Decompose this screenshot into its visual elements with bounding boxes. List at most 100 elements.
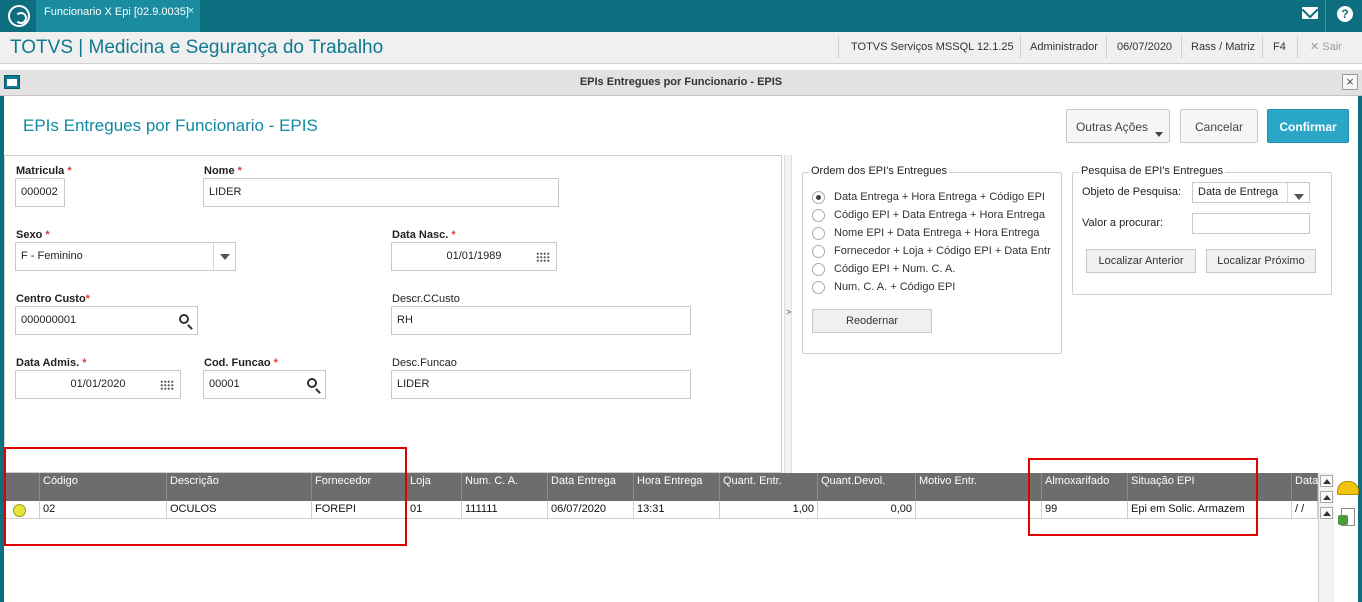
- employee-form-panel: Matricula * 000002 Nome * LIDER Sexo * F…: [4, 155, 782, 473]
- totvs-logo-icon[interactable]: [8, 5, 30, 27]
- calendar-icon[interactable]: [536, 252, 550, 263]
- cancel-button[interactable]: Cancelar: [1180, 109, 1258, 143]
- column-header-quant-devol[interactable]: Quant.Devol.: [818, 473, 916, 501]
- data-nasc-value: 01/01/1989: [446, 250, 502, 262]
- cell-data-entrega: 06/07/2020: [548, 501, 634, 519]
- highlight-box-left: [4, 447, 407, 546]
- cancel-label: Cancelar: [1194, 120, 1244, 134]
- sexo-label: Sexo *: [16, 229, 50, 241]
- cod-funcao-value: 00001: [209, 378, 240, 390]
- dialog-border-right: [1358, 96, 1362, 602]
- cell-num-ca: 111111: [462, 501, 548, 519]
- shortcut-key[interactable]: F4: [1273, 41, 1286, 53]
- data-admis-value: 01/01/2020: [70, 378, 126, 390]
- grid-scrollbar[interactable]: [1318, 473, 1334, 602]
- search-object-label: Objeto de Pesquisa:: [1082, 186, 1182, 198]
- radio-icon: [812, 191, 825, 204]
- app-header: TOTVS | Medicina e Segurança do Trabalho…: [0, 32, 1362, 64]
- descr-ccusto-field[interactable]: RH: [391, 306, 691, 335]
- confirm-label: Confirmar: [1279, 120, 1337, 134]
- cod-funcao-label: Cod. Funcao *: [204, 357, 278, 369]
- cell-quant-entr: 1,00: [720, 501, 818, 519]
- divider: [1325, 0, 1326, 32]
- data-nasc-field[interactable]: 01/01/1989: [391, 242, 557, 271]
- divider: [1181, 36, 1182, 58]
- radio-icon: [812, 245, 825, 258]
- cell-data: / /: [1292, 501, 1318, 519]
- desc-funcao-field[interactable]: LIDER: [391, 370, 691, 399]
- scroll-top-icon[interactable]: [1320, 475, 1333, 487]
- server-info: TOTVS Serviços MSSQL 12.1.25: [851, 41, 1014, 53]
- nome-field[interactable]: LIDER: [203, 178, 559, 207]
- divider: [1106, 36, 1107, 58]
- app-title: TOTVS | Medicina e Segurança do Trabalho: [10, 37, 384, 58]
- tab-title: Funcionario X Epi [02.9.0035]: [44, 6, 189, 18]
- chevron-down-icon[interactable]: [213, 243, 235, 270]
- data-admis-label: Data Admis. *: [16, 357, 87, 369]
- document-icon[interactable]: [1336, 506, 1358, 528]
- system-date: 06/07/2020: [1117, 41, 1173, 53]
- mail-icon[interactable]: [1302, 7, 1318, 19]
- scroll-up-icon[interactable]: [1320, 507, 1333, 519]
- column-header-data-entrega[interactable]: Data Entrega: [548, 473, 634, 501]
- order-group-title: Ordem dos EPI's Entregues: [809, 165, 949, 177]
- scroll-page-up-icon[interactable]: [1320, 491, 1333, 503]
- nome-label: Nome *: [204, 165, 242, 177]
- column-header-quant-entr[interactable]: Quant. Entr.: [720, 473, 818, 501]
- divider: [1297, 36, 1298, 58]
- cell-quant-devol: 0,00: [818, 501, 916, 519]
- reorder-button[interactable]: Reodernar: [812, 309, 932, 333]
- tab-funcionario-epi[interactable]: Funcionario X Epi [02.9.0035] ×: [36, 0, 200, 32]
- centro-custo-field[interactable]: 000000001: [15, 306, 198, 335]
- branch-info: Rass / Matriz: [1191, 41, 1256, 53]
- calendar-icon[interactable]: [160, 380, 174, 391]
- centro-custo-value: 000000001: [21, 314, 77, 326]
- find-next-button[interactable]: Localizar Próximo: [1206, 249, 1316, 273]
- column-header-motivo-entr[interactable]: Motivo Entr.: [916, 473, 1042, 501]
- tab-close-icon[interactable]: ×: [188, 5, 194, 17]
- descr-ccusto-label: Descr.CCusto: [392, 293, 460, 305]
- form-title: EPIs Entregues por Funcionario - EPIS: [23, 116, 318, 135]
- more-actions-button[interactable]: Outras Ações: [1066, 109, 1170, 143]
- matricula-label: Matricula *: [16, 165, 72, 177]
- radio-icon: [812, 209, 825, 222]
- sexo-select[interactable]: F - Feminino: [15, 242, 236, 271]
- divider: [838, 36, 839, 58]
- confirm-button[interactable]: Confirmar: [1267, 109, 1349, 143]
- search-group-title: Pesquisa de EPI's Entregues: [1079, 165, 1226, 177]
- column-header-hora-entrega[interactable]: Hora Entrega: [634, 473, 720, 501]
- helmet-icon[interactable]: [1336, 476, 1359, 498]
- help-icon[interactable]: ?: [1337, 6, 1353, 22]
- divider: [1020, 36, 1021, 58]
- search-object-select[interactable]: Data de Entrega: [1192, 182, 1310, 203]
- matricula-field[interactable]: 000002: [15, 178, 65, 207]
- exit-button[interactable]: ✕ Sair: [1310, 40, 1342, 53]
- data-nasc-label: Data Nasc. *: [392, 229, 456, 241]
- cod-funcao-field[interactable]: 00001: [203, 370, 326, 399]
- column-header-data[interactable]: Data: [1292, 473, 1318, 501]
- divider: [1262, 36, 1263, 58]
- column-header-num-ca[interactable]: Num. C. A.: [462, 473, 548, 501]
- radio-icon: [812, 227, 825, 240]
- user-name: Administrador: [1030, 41, 1098, 53]
- radio-icon: [812, 263, 825, 276]
- chevron-down-icon[interactable]: [1287, 183, 1309, 202]
- search-icon[interactable]: [179, 314, 189, 324]
- dialog-title-bar: EPIs Entregues por Funcionario - EPIS ×: [0, 70, 1362, 96]
- sexo-value: F - Feminino: [21, 250, 83, 262]
- data-admis-field[interactable]: 01/01/2020: [15, 370, 181, 399]
- column-header-loja[interactable]: Loja: [407, 473, 462, 501]
- panel-splitter[interactable]: >: [784, 155, 792, 473]
- search-value-label: Valor a procurar:: [1082, 217, 1164, 229]
- search-icon[interactable]: [307, 378, 317, 388]
- options-panel: Ordem dos EPI's Entregues Data Entrega +…: [792, 155, 1358, 473]
- search-object-value: Data de Entrega: [1198, 186, 1279, 198]
- close-dialog-button[interactable]: ×: [1342, 74, 1358, 90]
- cell-loja: 01: [407, 501, 462, 519]
- dialog-title: EPIs Entregues por Funcionario - EPIS: [579, 76, 783, 88]
- find-previous-button[interactable]: Localizar Anterior: [1086, 249, 1196, 273]
- cell-motivo-entr: [916, 501, 1042, 519]
- splitter-arrow-icon: >: [786, 307, 792, 317]
- search-value-field[interactable]: [1192, 213, 1310, 234]
- highlight-box-right: [1028, 458, 1258, 536]
